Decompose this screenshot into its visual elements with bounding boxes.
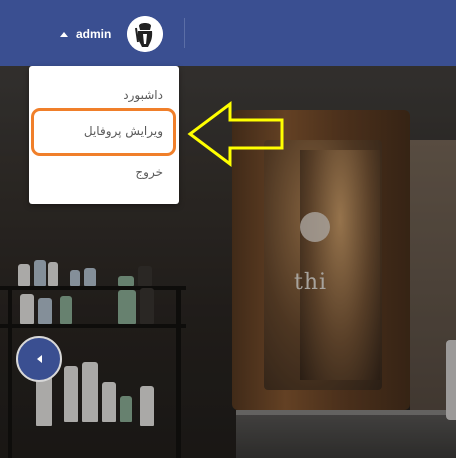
menu-item-logout[interactable]: خروج [135,165,163,179]
navbar-divider [184,18,185,48]
menu-item-dashboard[interactable]: داشبورد [123,88,163,102]
chef-avatar-icon[interactable] [127,16,163,52]
chevron-left-button[interactable] [16,336,62,382]
top-navbar: admin [0,0,456,66]
caret-up-icon [60,31,68,37]
left-arrow-icon [187,101,284,167]
chevron-left-icon [36,355,42,363]
username: admin [76,27,112,41]
user-dropdown-menu: داشبورد ویرایش پروفایل خروج [29,66,179,204]
user-menu-toggle[interactable]: admin [60,16,111,52]
menu-item-edit-profile[interactable]: ویرایش پروفایل [84,124,163,138]
